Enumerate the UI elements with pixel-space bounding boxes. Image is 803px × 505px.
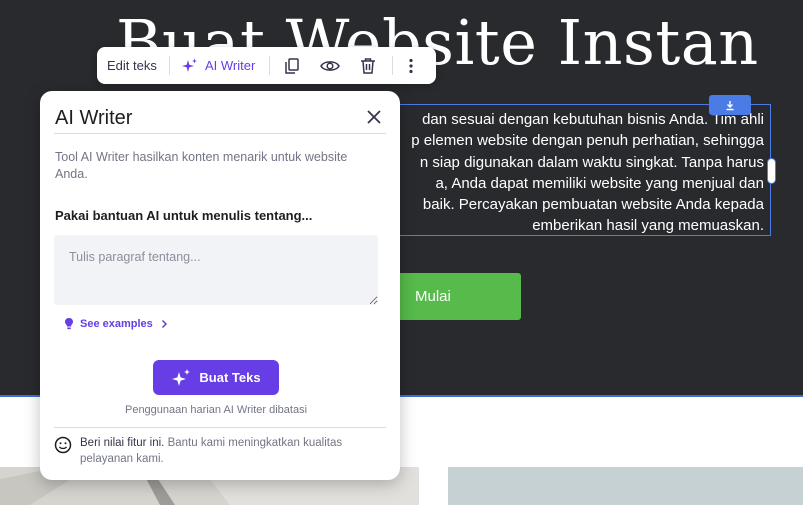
usage-note: Penggunaan harian AI Writer dibatasi: [124, 404, 308, 416]
chevron-right-icon: [161, 319, 167, 328]
more-vertical-icon: [409, 58, 413, 73]
ai-writer-panel: AI Writer Tool AI Writer hasilkan konten…: [40, 91, 400, 480]
element-toolbar: Edit teks AI Writer: [97, 47, 436, 84]
ai-writer-label: AI Writer: [205, 58, 256, 73]
close-icon: [367, 110, 381, 124]
toolbar-divider: [269, 56, 270, 75]
rating-text: Beri nilai fitur ini. Bantu kami meningk…: [80, 435, 384, 467]
selected-text-block[interactable]: dan sesuai dengan kebutuhan bisnis Anda.…: [392, 104, 771, 236]
see-examples-link[interactable]: See examples: [63, 317, 169, 330]
smiley-icon[interactable]: [54, 436, 72, 454]
sparkle-icon: [182, 58, 197, 72]
preview-button[interactable]: [320, 47, 340, 84]
duplicate-button[interactable]: [283, 47, 301, 84]
ai-writer-button[interactable]: AI Writer: [181, 47, 255, 84]
mulai-button-label: Mulai: [415, 288, 451, 305]
trash-icon: [361, 57, 375, 74]
see-examples-label: See examples: [80, 317, 153, 330]
resize-handle[interactable]: [767, 158, 776, 184]
divider: [54, 427, 386, 428]
rating-feedback[interactable]: Beri nilai fitur ini. Bantu kami meningk…: [54, 435, 384, 467]
generate-text-button[interactable]: Buat Teks: [153, 360, 279, 395]
gallery-image-right[interactable]: [448, 467, 803, 505]
download-button[interactable]: [709, 95, 751, 115]
sparkle-icon: [172, 368, 191, 386]
edit-text-label: Edit teks: [107, 58, 157, 73]
lightbulb-icon: [65, 318, 73, 330]
rating-title[interactable]: Beri nilai fitur ini.: [80, 437, 164, 449]
eye-icon: [320, 60, 340, 71]
generate-text-label: Buat Teks: [199, 370, 261, 385]
download-icon: [726, 100, 734, 110]
panel-title: AI Writer: [55, 107, 133, 129]
prompt-textarea[interactable]: [54, 235, 378, 305]
edit-text-button[interactable]: Edit teks: [107, 47, 157, 84]
more-options-button[interactable]: [408, 47, 414, 84]
divider: [54, 133, 386, 134]
delete-button[interactable]: [359, 47, 377, 84]
toolbar-divider: [392, 56, 393, 75]
prompt-label: Pakai bantuan AI untuk menulis tentang..…: [55, 208, 313, 223]
hero-paragraph[interactable]: dan sesuai dengan kebutuhan bisnis Anda.…: [393, 109, 764, 237]
copy-icon: [285, 57, 299, 74]
close-button[interactable]: [365, 108, 383, 126]
toolbar-divider: [169, 56, 170, 75]
panel-description: Tool AI Writer hasilkan konten menarik u…: [55, 150, 348, 181]
